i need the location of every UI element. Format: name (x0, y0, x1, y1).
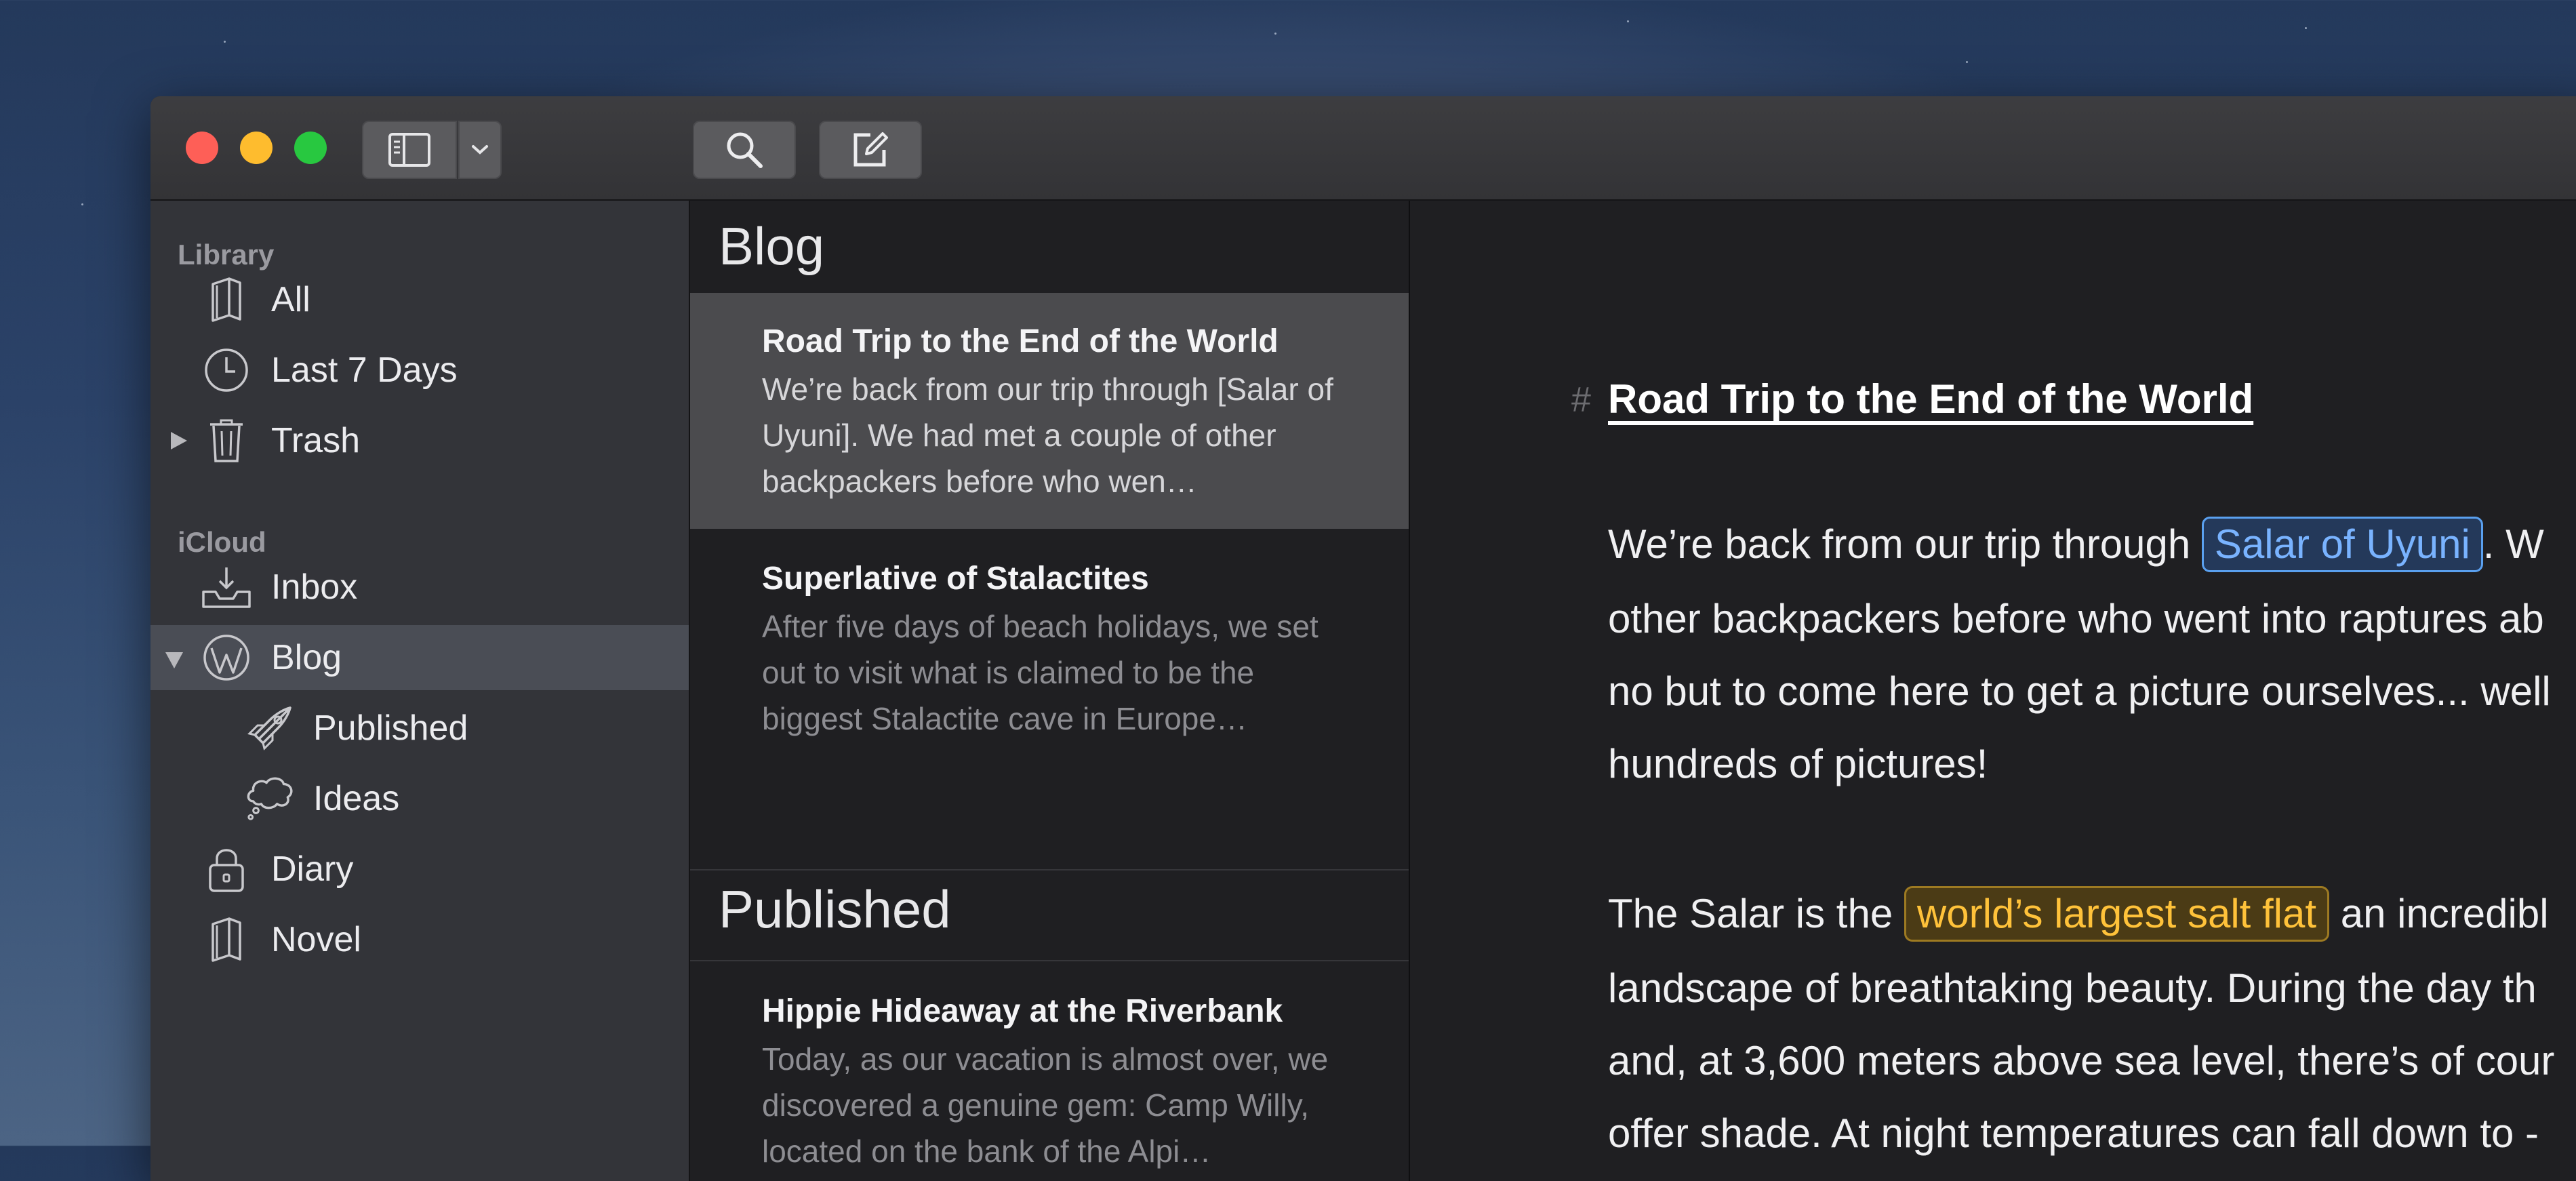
sidebar: Library All Last 7 Days Trash iCloud Inb… (150, 201, 690, 1181)
note-list: Blog Road Trip to the End of the World W… (690, 201, 1410, 1181)
editor-line[interactable]: The Salar is the world’s largest salt fl… (1608, 886, 2549, 942)
star (224, 41, 226, 43)
thought-bubble-icon (244, 773, 296, 824)
chevron-down-icon (472, 145, 488, 155)
sidebar-icon (388, 133, 430, 167)
sidebar-item-trash[interactable]: Trash (150, 408, 689, 473)
editor-line[interactable]: landscape of breathtaking beauty. During… (1608, 965, 2537, 1012)
divider (690, 960, 1409, 961)
note-list-item[interactable]: Hippie Hideaway at the Riverbank Today, … (690, 963, 1409, 1181)
sidebar-item-label: Last 7 Days (271, 351, 458, 390)
star (81, 203, 83, 205)
sidebar-item-label: All (271, 280, 310, 319)
editor-line[interactable]: hundreds of pictures! (1608, 740, 1988, 787)
editor-line[interactable]: other backpackers before who went into r… (1608, 595, 2544, 642)
divider (690, 869, 1409, 870)
sidebar-menu-button[interactable] (458, 121, 502, 179)
star (1627, 20, 1629, 22)
sidebar-item-diary[interactable]: Diary (150, 837, 689, 902)
sidebar-toggle-button[interactable] (362, 121, 457, 179)
star (2305, 27, 2307, 29)
heading-marker: # (1571, 380, 1591, 420)
sidebar-item-ideas[interactable]: Ideas (150, 766, 689, 831)
search-icon (727, 132, 763, 168)
note-title: Road Trip to the End of the World (762, 323, 1279, 359)
section-header-blog: Blog (719, 216, 825, 276)
editor-line[interactable]: offer shade. At night temperatures can f… (1608, 1110, 2539, 1157)
new-note-button[interactable] (819, 121, 922, 179)
sidebar-item-label: Published (313, 708, 468, 748)
sidebar-item-inbox[interactable]: Inbox (150, 555, 689, 620)
note-snippet: We’re back from our trip through [Salar … (762, 372, 1333, 499)
wordpress-icon (201, 632, 252, 683)
sidebar-item-label: Inbox (271, 567, 358, 607)
sidebar-item-label: Ideas (313, 779, 400, 818)
compose-icon (853, 132, 888, 167)
clock-icon (201, 344, 252, 396)
search-button[interactable] (693, 121, 796, 179)
sidebar-item-label: Diary (271, 849, 354, 889)
section-header-published: Published (719, 879, 951, 939)
editor-text: an incredibl (2340, 891, 2549, 936)
icloud-header: iCloud (178, 526, 266, 558)
editor-text: . W (2482, 521, 2544, 567)
note-snippet: After five days of beach holidays, we se… (762, 609, 1319, 736)
note-list-item[interactable]: Road Trip to the End of the World We’re … (690, 293, 1409, 529)
note-snippet: Today, as our vacation is almost over, w… (762, 1041, 1329, 1169)
note-title: Superlative of Stalactites (762, 561, 1149, 597)
trash-icon (201, 415, 252, 466)
notebook-icon (201, 914, 252, 965)
editor-text: The Salar is the (1608, 891, 1893, 936)
note-title: Hippie Hideaway at the Riverbank (762, 993, 1283, 1029)
sidebar-item-label: Trash (271, 421, 360, 460)
disclosure-down-icon[interactable] (164, 649, 184, 670)
minimize-button[interactable] (240, 132, 273, 164)
sidebar-item-label: Novel (271, 920, 361, 959)
wiki-link[interactable]: Salar of Uyuni (2201, 517, 2483, 572)
sidebar-item-novel[interactable]: Novel (150, 907, 689, 972)
editor-line[interactable]: We’re back from our trip through Salar o… (1608, 517, 2544, 572)
editor-line[interactable]: no but to come here to get a picture our… (1608, 668, 2551, 715)
sidebar-item-published[interactable]: Published (150, 696, 689, 761)
note-heading[interactable]: Road Trip to the End of the World (1608, 376, 2253, 422)
maximize-button[interactable] (294, 132, 327, 164)
sidebar-item-all[interactable]: All (150, 267, 689, 332)
note-list-item[interactable]: Superlative of Stalactites After five da… (690, 530, 1409, 766)
highlight-mark[interactable]: world’s largest salt flat (1904, 886, 2330, 942)
toolbar (150, 96, 2576, 201)
sidebar-item-last-7-days[interactable]: Last 7 Days (150, 338, 689, 403)
sidebar-item-label: Blog (271, 638, 342, 677)
star (1966, 61, 1968, 63)
star (1274, 33, 1276, 35)
inbox-icon (201, 561, 252, 613)
sidebar-item-blog[interactable]: Blog (150, 625, 689, 690)
editor-text: We’re back from our trip through (1608, 521, 2191, 567)
editor-line[interactable]: and, at 3,600 meters above sea level, th… (1608, 1037, 2554, 1084)
rocket-icon (244, 702, 296, 754)
library-header: Library (178, 239, 275, 271)
lock-icon (201, 843, 252, 895)
disclosure-right-icon[interactable] (168, 431, 188, 451)
close-button[interactable] (186, 132, 218, 164)
notebook-icon (201, 274, 252, 325)
